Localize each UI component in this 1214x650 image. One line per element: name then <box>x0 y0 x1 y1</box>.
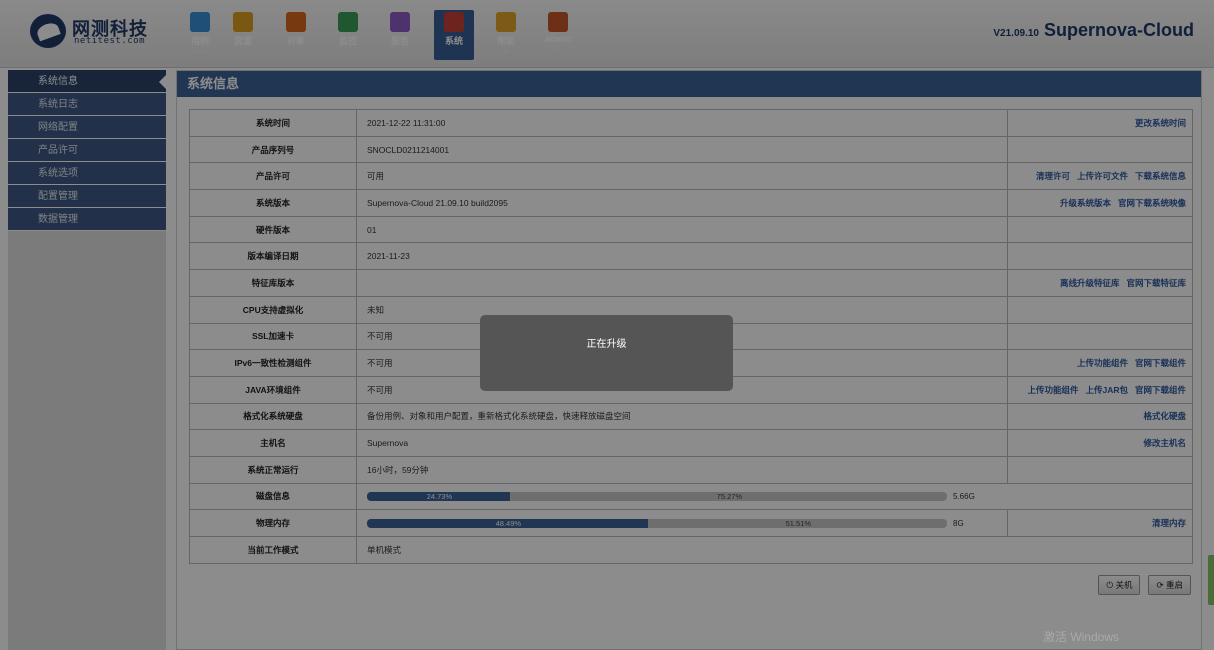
windows-activation-watermark: 激活 Windows <box>1042 630 1119 644</box>
upgrade-message: 正在升级 <box>586 339 627 350</box>
side-edge-tab[interactable] <box>1208 555 1214 605</box>
upgrade-progress-dialog: 正在升级 <box>480 315 733 391</box>
